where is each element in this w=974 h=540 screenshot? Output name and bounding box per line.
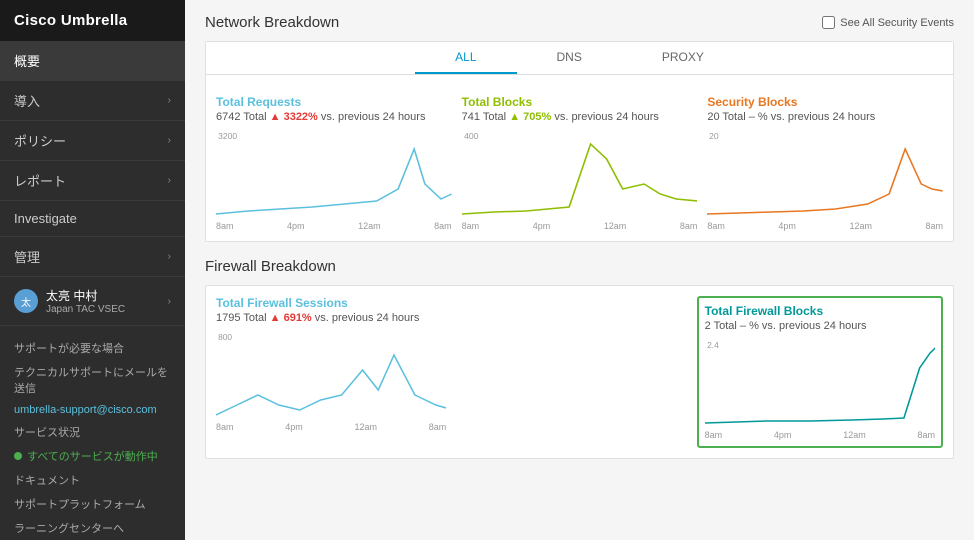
firewall-breakdown-header: Firewall Breakdown: [205, 258, 954, 275]
tab-all[interactable]: ALL: [415, 42, 516, 74]
sidebar-logo: Cisco Umbrella: [0, 0, 185, 41]
support-help-link[interactable]: サポートが必要な場合: [14, 336, 171, 360]
network-breakdown-title: Network Breakdown: [205, 14, 339, 31]
chart-firewall-blocks: Total Firewall Blocks 2 Total – % vs. pr…: [697, 296, 943, 448]
service-status-label: サービス状況: [14, 420, 171, 444]
service-status-text: すべてのサービスが動作中: [27, 448, 158, 464]
tab-proxy[interactable]: PROXY: [622, 42, 744, 74]
status-dot-icon: [14, 452, 22, 460]
chart-xaxis-fw-sessions: 8am 4pm 12am 8am: [216, 420, 446, 432]
chevron-right-icon: ›: [168, 175, 171, 186]
sidebar-item-label: 概要: [14, 51, 40, 70]
chevron-right-icon: ›: [168, 251, 171, 262]
user-sub: Japan TAC VSEC: [46, 304, 168, 315]
firewall-breakdown-section: Total Firewall Sessions 1795 Total ▲ 691…: [205, 285, 954, 459]
network-tabs: ALL DNS PROXY: [206, 42, 953, 75]
avatar: 太: [14, 289, 38, 313]
chevron-right-icon: ›: [168, 296, 171, 307]
chart-stat-security: 20 Total – % vs. previous 24 hours: [707, 111, 943, 123]
sidebar-item-label: 管理: [14, 247, 40, 266]
chart-xaxis-requests: 8am 4pm 12am 8am: [216, 219, 452, 231]
chart-total-requests: Total Requests 6742 Total ▲ 3322% vs. pr…: [216, 95, 452, 231]
chart-area-blocks: 400: [462, 129, 698, 219]
sidebar-item-onboarding[interactable]: 導入 ›: [0, 81, 185, 121]
user-name: 太亮 中村: [46, 287, 168, 304]
chart-stat-fw-sessions: 1795 Total ▲ 691% vs. previous 24 hours: [216, 312, 446, 324]
chart-xaxis-fw-blocks: 8am 4pm 12am 8am: [705, 428, 935, 440]
svg-text:20: 20: [709, 132, 719, 141]
chart-xaxis-blocks: 8am 4pm 12am 8am: [462, 219, 698, 231]
chart-area-security: 20: [707, 129, 943, 219]
chevron-right-icon: ›: [168, 95, 171, 106]
learning-center-link[interactable]: ラーニングセンターへ: [14, 516, 171, 540]
chart-total-blocks: Total Blocks 741 Total ▲ 705% vs. previo…: [462, 95, 698, 231]
chart-xaxis-security: 8am 4pm 12am 8am: [707, 219, 943, 231]
chart-stat-requests: 6742 Total ▲ 3322% vs. previous 24 hours: [216, 111, 452, 123]
sidebar-item-label: 導入: [14, 91, 40, 110]
chart-label-requests: Total Requests: [216, 95, 452, 109]
network-breakdown-header: Network Breakdown See All Security Event…: [205, 14, 954, 31]
svg-text:400: 400: [464, 132, 479, 141]
see-all-label: See All Security Events: [840, 17, 954, 29]
chart-security-blocks: Security Blocks 20 Total – % vs. previou…: [707, 95, 943, 231]
technical-support-link[interactable]: テクニカルサポートにメールを送信: [14, 360, 171, 400]
chart-stat-fw-blocks: 2 Total – % vs. previous 24 hours: [705, 320, 935, 332]
svg-text:3200: 3200: [218, 132, 237, 141]
sidebar-footer: サポートが必要な場合 テクニカルサポートにメールを送信 umbrella-sup…: [0, 326, 185, 540]
service-status: すべてのサービスが動作中: [14, 444, 171, 468]
chart-label-blocks: Total Blocks: [462, 95, 698, 109]
main-content: Network Breakdown See All Security Event…: [185, 0, 974, 540]
content-area: Network Breakdown See All Security Event…: [185, 0, 974, 489]
chevron-right-icon: ›: [168, 135, 171, 146]
chart-stat-blocks: 741 Total ▲ 705% vs. previous 24 hours: [462, 111, 698, 123]
firewall-breakdown-title: Firewall Breakdown: [205, 258, 336, 275]
svg-text:800: 800: [218, 333, 232, 342]
chart-label-fw-sessions: Total Firewall Sessions: [216, 296, 446, 310]
firewall-charts-grid: Total Firewall Sessions 1795 Total ▲ 691…: [206, 286, 953, 448]
chart-spacer: [456, 296, 686, 448]
support-platform-link[interactable]: サポートプラットフォーム: [14, 492, 171, 516]
sidebar-item-overview[interactable]: 概要: [0, 41, 185, 81]
sidebar-item-label: レポート: [14, 171, 66, 190]
chart-area-requests: 3200: [216, 129, 452, 219]
user-info: 太亮 中村 Japan TAC VSEC: [46, 287, 168, 315]
sidebar-item-admin[interactable]: 管理 ›: [0, 237, 185, 277]
sidebar-user[interactable]: 太 太亮 中村 Japan TAC VSEC ›: [0, 277, 185, 326]
tab-dns[interactable]: DNS: [517, 42, 622, 74]
chart-area-fw-blocks: 2.4: [705, 338, 935, 428]
sidebar-item-label: ポリシー: [14, 131, 66, 150]
support-email[interactable]: umbrella-support@cisco.com: [14, 400, 171, 420]
svg-text:2.4: 2.4: [707, 341, 719, 350]
see-all-security-events[interactable]: See All Security Events: [822, 16, 954, 29]
network-breakdown-section: ALL DNS PROXY Total Requests 6742 Total …: [205, 41, 954, 242]
chart-area-fw-sessions: 800: [216, 330, 446, 420]
sidebar: Cisco Umbrella 概要 導入 › ポリシー › レポート › Inv…: [0, 0, 185, 540]
see-all-checkbox[interactable]: [822, 16, 835, 29]
network-charts-grid: Total Requests 6742 Total ▲ 3322% vs. pr…: [206, 85, 953, 231]
sidebar-item-policy[interactable]: ポリシー ›: [0, 121, 185, 161]
sidebar-item-reports[interactable]: レポート ›: [0, 161, 185, 201]
chart-label-security: Security Blocks: [707, 95, 943, 109]
docs-link[interactable]: ドキュメント: [14, 468, 171, 492]
chart-firewall-sessions: Total Firewall Sessions 1795 Total ▲ 691…: [216, 296, 446, 448]
sidebar-item-investigate[interactable]: Investigate: [0, 201, 185, 237]
chart-label-fw-blocks: Total Firewall Blocks: [705, 304, 935, 318]
